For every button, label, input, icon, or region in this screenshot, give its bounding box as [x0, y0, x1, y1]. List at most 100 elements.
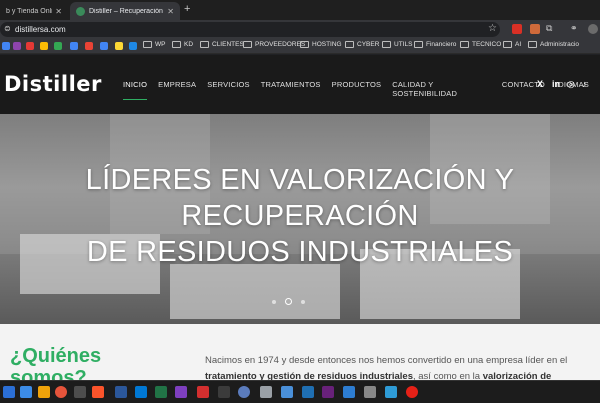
youtube-icon[interactable]	[26, 42, 34, 50]
app-icon[interactable]	[343, 386, 355, 398]
site-info-icon[interactable]: ⊜	[4, 24, 11, 33]
bookmark-folder-hosting[interactable]: HOSTING	[300, 41, 342, 48]
new-tab-button[interactable]: +	[184, 3, 190, 15]
outlook-icon[interactable]	[135, 386, 147, 398]
slider-dot-active[interactable]	[285, 298, 292, 305]
slider-dot[interactable]	[301, 299, 305, 304]
extensions-puzzle-icon[interactable]: ⧉	[546, 23, 552, 34]
bookmark-label: Administracio	[540, 41, 580, 48]
menu-item-empresa[interactable]: EMPRESA	[158, 80, 196, 100]
main-menu: INICIO EMPRESA SERVICIOS TRATAMIENTOS PR…	[123, 80, 600, 100]
bookmarks-bar: WP KD CLIENTES PROVEEDORES HOSTING CYBER…	[0, 39, 600, 54]
bookmark-label: PROVEEDORES	[255, 41, 306, 48]
word-icon[interactable]	[115, 386, 127, 398]
folder-icon	[460, 41, 469, 48]
bookmark-icon[interactable]	[40, 42, 48, 50]
x-twitter-icon[interactable]: X	[537, 79, 543, 89]
about-text-mid: , así como en la	[413, 371, 483, 380]
brave-icon[interactable]	[92, 386, 104, 398]
bookmark-folder-proveedores[interactable]: PROVEEDORES	[243, 41, 305, 48]
tiktok-icon[interactable]: ♪	[582, 79, 587, 89]
bookmark-folder-wp[interactable]: WP	[143, 41, 165, 48]
about-paragraph: Nacimos en 1974 y desde entonces nos hem…	[205, 353, 600, 380]
drive-icon[interactable]	[54, 42, 62, 50]
app-icon[interactable]	[175, 386, 187, 398]
app-icon[interactable]	[238, 386, 250, 398]
bookmark-folder-administracio[interactable]: Administracio	[528, 41, 579, 48]
start-icon[interactable]	[3, 386, 15, 398]
bookmark-icon[interactable]	[13, 42, 21, 50]
chrome-icon[interactable]	[55, 386, 67, 398]
bookmark-icon[interactable]	[70, 42, 78, 50]
extension-icon[interactable]	[512, 24, 522, 34]
folder-icon	[300, 41, 309, 48]
app-icon[interactable]	[302, 386, 314, 398]
bookmark-folder-ai[interactable]: AI	[503, 41, 521, 48]
about-text-line-2: tratamiento y gestión de residuos indust…	[205, 369, 600, 380]
bookmark-folder-clientes[interactable]: CLIENTES	[200, 41, 244, 48]
menu-item-servicios[interactable]: SERVICIOS	[207, 80, 250, 100]
bookmark-label: UTILS	[394, 41, 413, 48]
bookmark-folder-utils[interactable]: UTILS	[382, 41, 412, 48]
gmail-icon[interactable]	[85, 42, 93, 50]
tab-tienda-online[interactable]: b y Tienda Online p ✕	[0, 2, 68, 20]
folder-icon	[172, 41, 181, 48]
bookmark-folder-cyber[interactable]: CYBER	[345, 41, 379, 48]
browser-tab-bar: b y Tienda Online p ✕ Distiller – Recupe…	[0, 0, 600, 20]
extension-icon[interactable]	[530, 24, 540, 34]
app-icon[interactable]	[364, 386, 376, 398]
link-icon[interactable]: ⚭	[570, 23, 578, 34]
distiller-logo[interactable]: Distiller	[4, 72, 102, 96]
app-icon[interactable]	[260, 386, 272, 398]
menu-item-tratamientos[interactable]: TRATAMIENTOS	[261, 80, 321, 100]
slider-dot[interactable]	[272, 299, 276, 304]
bookmark-icon[interactable]	[129, 42, 137, 50]
close-icon[interactable]: ✕	[55, 7, 62, 16]
folder-icon	[243, 41, 252, 48]
omnibox[interactable]: ⊜ distillersa.com ☆	[0, 22, 500, 37]
excel-icon[interactable]	[155, 386, 167, 398]
folder-icon	[200, 41, 209, 48]
instagram-icon[interactable]: ◎	[567, 79, 575, 90]
url-text: distillersa.com	[15, 25, 66, 34]
hero-title: LÍDERES EN VALORIZACIÓN Y RECUPERACIÓN D…	[0, 162, 600, 270]
website-viewport: Distiller INICIO EMPRESA SERVICIOS TRATA…	[0, 55, 600, 380]
folder-icon	[503, 41, 512, 48]
slider-dots	[272, 298, 305, 305]
about-heading: ¿Quiénes somos?	[10, 345, 101, 380]
menu-item-inicio[interactable]: INICIO	[123, 80, 148, 100]
download-icon[interactable]	[20, 386, 32, 398]
menu-item-calidad-sostenibilidad[interactable]: CALIDAD Y SOSTENIBILIDAD	[392, 80, 491, 100]
bookmark-label: KD	[184, 41, 194, 48]
hero-title-line-2: DE RESIDUOS INDUSTRIALES	[86, 236, 514, 268]
file-explorer-icon[interactable]	[38, 386, 50, 398]
bookmark-folder-tecnico[interactable]: TECNICO	[460, 41, 501, 48]
close-icon[interactable]: ✕	[167, 7, 174, 16]
bookmark-icon[interactable]	[2, 42, 10, 50]
lightbulb-icon[interactable]	[115, 42, 123, 50]
filezilla-icon[interactable]	[197, 386, 209, 398]
bookmark-star-icon[interactable]: ☆	[488, 23, 497, 34]
folder-icon	[528, 41, 537, 48]
tab-title: Distiller – Recuperación de ma	[89, 7, 164, 15]
hero-slider: LÍDERES EN VALORIZACIÓN Y RECUPERACIÓN D…	[0, 114, 600, 324]
vscode-icon[interactable]	[322, 386, 334, 398]
folder-icon	[414, 41, 423, 48]
bookmark-folder-kd[interactable]: KD	[172, 41, 193, 48]
app-icon[interactable]	[385, 386, 397, 398]
menu-item-productos[interactable]: PRODUCTOS	[332, 80, 382, 100]
youtube-icon[interactable]	[406, 386, 418, 398]
bookmark-label: WP	[155, 41, 166, 48]
folder-icon	[345, 41, 354, 48]
bookmark-label: CYBER	[357, 41, 380, 48]
app-icon[interactable]	[74, 386, 86, 398]
bookmark-icon[interactable]	[100, 42, 108, 50]
bookmark-folder-financiero[interactable]: Financiero	[414, 41, 456, 48]
distiller-favicon-icon	[76, 6, 85, 16]
linkedin-icon[interactable]: in	[552, 79, 560, 89]
about-heading-line-1: ¿Quiénes	[10, 345, 102, 367]
tab-distiller[interactable]: Distiller – Recuperación de ma ✕	[70, 2, 180, 20]
edge-icon[interactable]	[281, 386, 293, 398]
profile-avatar-icon[interactable]	[588, 24, 598, 34]
app-icon[interactable]	[218, 386, 230, 398]
